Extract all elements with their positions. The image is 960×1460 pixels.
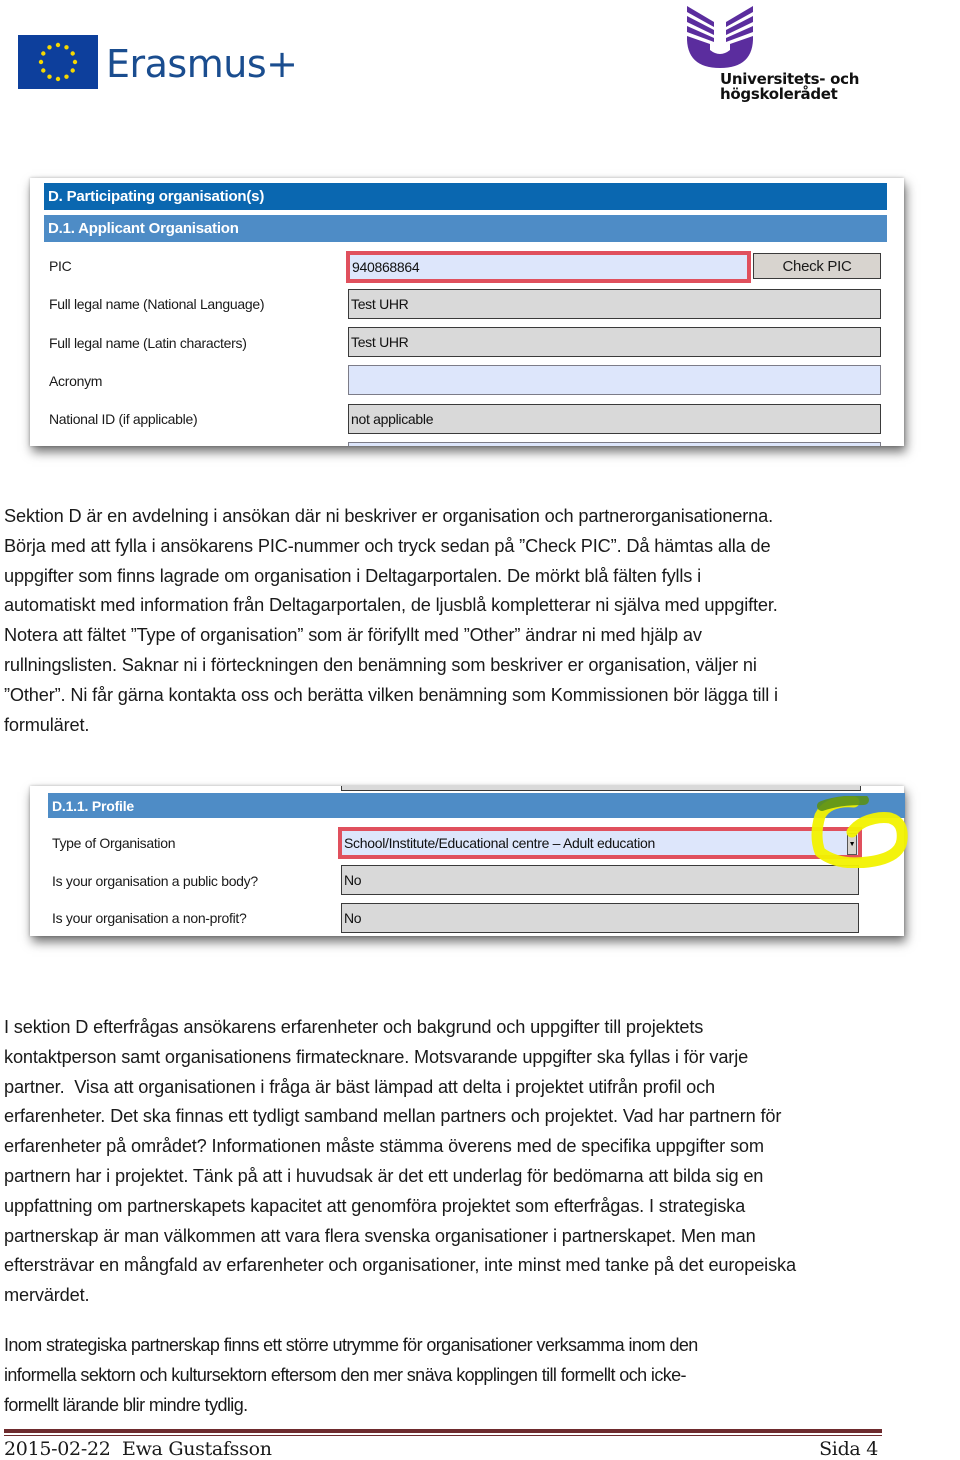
check-pic-button[interactable]: Check PIC [753, 253, 881, 279]
pic-label: PIC [49, 258, 72, 274]
national-id-label: National ID (if applicable) [49, 411, 198, 427]
subsection-header-applicant-organisation: D.1. Applicant Organisation [44, 215, 887, 242]
public-body-field[interactable]: No [341, 865, 859, 895]
legal-name-national-label: Full legal name (National Language) [49, 296, 265, 312]
paragraph-experience-background: I sektion D efterfrågas ansökarens erfar… [4, 1013, 904, 1311]
text-line: rullningslisten. Saknar ni i förteckning… [4, 654, 757, 675]
text-line: kontaktperson samt organisationens firma… [4, 1046, 749, 1067]
footer-page-number: Sida 4 [819, 1438, 878, 1460]
legal-name-national-field[interactable]: Test UHR [348, 289, 881, 319]
text-line: Notera att fältet ”Type of organisation”… [4, 625, 702, 646]
text-line: uppgifter som finns lagrade om organisat… [4, 565, 702, 586]
section-header-participating-organisations: D. Participating organisation(s) [44, 183, 887, 210]
eu-star-icon [38, 59, 44, 65]
type-of-organisation-value: School/Institute/Educational centre – Ad… [344, 835, 655, 851]
text-line: partner. Visa att organisationen i fråga… [4, 1076, 716, 1097]
text-line: Sektion D är en avdelning i ansökan där … [4, 506, 773, 526]
eu-star-icon [41, 68, 46, 73]
previous-field-partial [341, 786, 861, 791]
eu-star-icon [64, 74, 69, 79]
uhr-logo-text: Universitets- och högskolerådet [720, 72, 859, 102]
paragraph-strategic-partnerships: Inom strategiska partnerskap finns ett s… [4, 1331, 904, 1420]
next-field-partial [348, 442, 881, 446]
eu-star-icon [72, 59, 78, 65]
uhr-emblem-icon [686, 6, 754, 68]
text-line: I sektion D efterfrågas ansökarens erfar… [4, 1017, 704, 1037]
text-line: Börja med att fylla i ansökarens PIC-num… [4, 535, 771, 556]
eu-star-icon [70, 68, 75, 73]
text-line: Inom strategiska partnerskap finns ett s… [4, 1335, 698, 1355]
text-line: automatiskt med information från Deltaga… [4, 595, 778, 616]
acronym-input[interactable] [348, 365, 881, 395]
eu-star-icon [55, 76, 61, 82]
eu-star-icon [55, 42, 61, 48]
uhr-logo-line2: högskolerådet [720, 85, 838, 103]
type-of-organisation-label: Type of Organisation [52, 835, 176, 851]
erasmus-plus-logo: Erasmus+ [18, 34, 298, 90]
text-line: formuläret. [4, 714, 90, 735]
uhr-logo: Universitets- och högskolerådet [684, 4, 874, 104]
text-line: informella sektorn och kultursektorn eft… [4, 1364, 687, 1385]
legal-name-latin-label: Full legal name (Latin characters) [49, 335, 247, 351]
pic-input[interactable]: 940868864 [346, 251, 751, 283]
text-line: erfarenheter på området? Informationen m… [4, 1136, 764, 1157]
text-line: partnern har i projektet. Tänk på att i … [4, 1165, 764, 1186]
text-line: ”Other”. Ni får gärna kontakta oss och b… [4, 684, 778, 705]
eu-star-icon [41, 51, 46, 56]
text-line: eftersträvar en mångfald av erfarenheter… [4, 1255, 796, 1276]
subsection-header-profile: D.1.1. Profile [48, 793, 905, 818]
text-line: erfarenheter. Det ska finnas ett tydligt… [4, 1106, 782, 1127]
eu-star-icon [47, 74, 52, 79]
footer-divider-thin [4, 1435, 882, 1436]
applicant-organisation-form-screenshot: D. Participating organisation(s) D.1. Ap… [30, 178, 904, 446]
eu-star-icon [70, 51, 75, 56]
eu-star-icon [47, 45, 52, 50]
text-line: partnerskap är man välkommen att vara fl… [4, 1225, 756, 1246]
non-profit-field[interactable]: No [341, 903, 859, 933]
text-line: uppfattning om partnerskapets kapacitet … [4, 1195, 746, 1216]
eu-flag-icon [18, 35, 98, 89]
footer-divider-thick [4, 1429, 882, 1433]
text-line: formellt lärande blir mindre tydlig. [4, 1394, 248, 1415]
type-of-organisation-dropdown[interactable]: School/Institute/Educational centre – Ad… [338, 827, 862, 859]
non-profit-label: Is your organisation a non-profit? [52, 910, 247, 926]
public-body-label: Is your organisation a public body? [52, 873, 258, 889]
text-line: mervärdet. [4, 1285, 90, 1306]
dropdown-arrow-icon[interactable]: ▼ [847, 833, 857, 855]
paragraph-section-d-intro: Sektion D är en avdelning i ansökan där … [4, 502, 904, 740]
eu-star-icon [64, 45, 69, 50]
erasmus-logo-text: Erasmus+ [106, 42, 298, 86]
national-id-field[interactable]: not applicable [348, 404, 881, 434]
profile-form-screenshot: D.1.1. Profile Type of Organisation Scho… [30, 786, 905, 936]
acronym-label: Acronym [49, 373, 103, 389]
footer-date-author: 2015-02-22 Ewa Gustafsson [4, 1438, 272, 1460]
legal-name-latin-field[interactable]: Test UHR [348, 327, 881, 357]
